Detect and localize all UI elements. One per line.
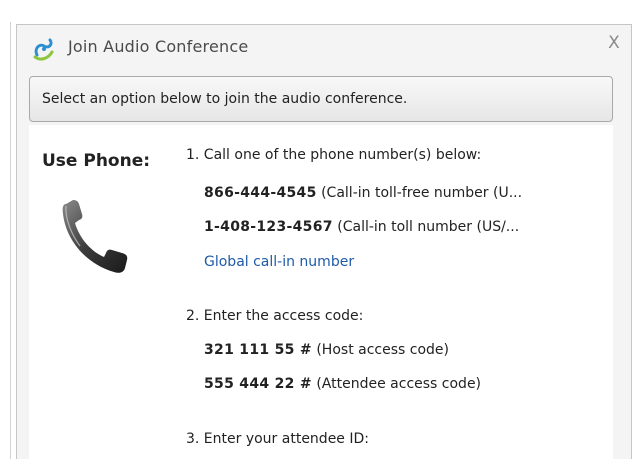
phone-number-description: (Call-in toll-free number (U... <box>321 185 523 201</box>
audio-conference-icon <box>33 38 54 61</box>
dialog-titlebar: Join Audio Conference X <box>17 25 631 69</box>
global-call-in-link[interactable]: Global call-in number <box>204 254 354 270</box>
dialog-title: Join Audio Conference <box>68 37 249 56</box>
step-2-label: 2. Enter the access code: <box>186 308 364 324</box>
instruction-text: Select an option below to join the audio… <box>42 91 408 107</box>
access-code-row: 321 111 55 # (Host access code) <box>204 342 449 358</box>
phone-number-row: 1-408-123-4567 (Call-in toll number (US/… <box>204 219 519 235</box>
use-phone-heading: Use Phone: <box>42 151 151 171</box>
access-code-row: 555 444 22 # (Attendee access code) <box>204 376 481 392</box>
access-code-description: (Host access code) <box>316 342 449 358</box>
phone-number-row: 866-444-4545 (Call-in toll-free number (… <box>204 185 522 201</box>
access-code-description: (Attendee access code) <box>316 376 482 392</box>
instruction-banner: Select an option below to join the audio… <box>29 76 613 122</box>
phone-handset-icon <box>62 200 128 273</box>
access-code: 555 444 22 # <box>204 376 312 392</box>
phone-option-panel: Use Phone: 1. Call one of the phone numb… <box>29 125 613 460</box>
phone-number-description: (Call-in toll number (US/... <box>337 219 520 235</box>
phone-number: 866-444-4545 <box>204 185 317 201</box>
access-code: 321 111 55 # <box>204 342 312 358</box>
phone-number: 1-408-123-4567 <box>204 219 333 235</box>
step-3-label: 3. Enter your attendee ID: <box>186 431 369 447</box>
join-audio-conference-dialog: Join Audio Conference X Select an option… <box>16 24 632 460</box>
close-icon: X <box>608 33 620 53</box>
close-button[interactable]: X <box>605 34 623 52</box>
window-frame-edge <box>10 22 11 459</box>
step-1-label: 1. Call one of the phone number(s) below… <box>186 147 482 163</box>
